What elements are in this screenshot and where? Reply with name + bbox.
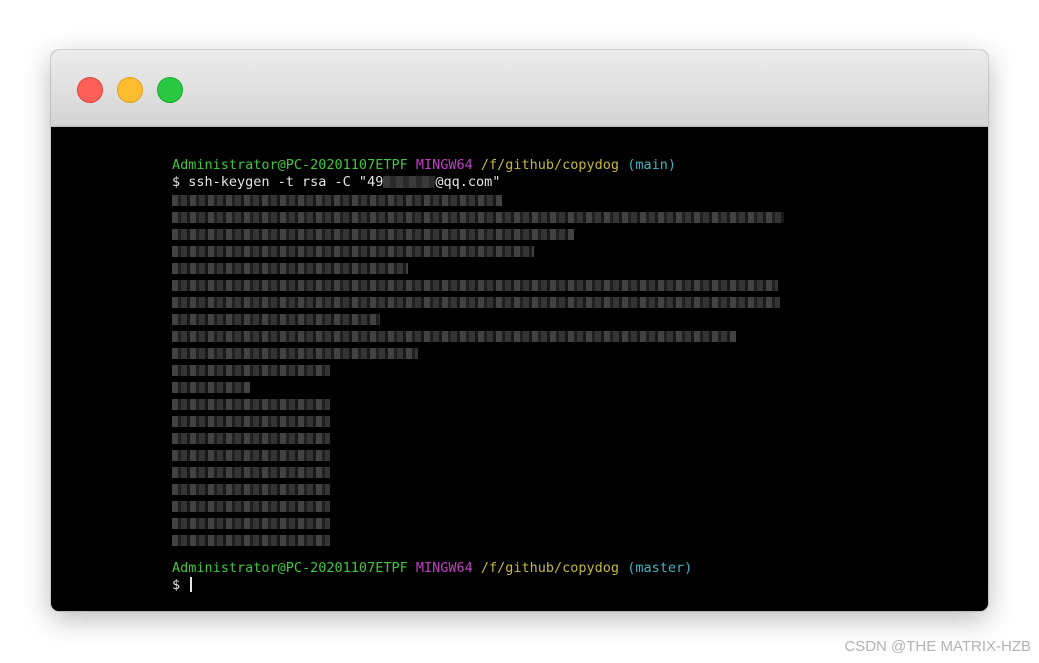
minimize-button[interactable] xyxy=(117,77,143,103)
obscured-output-line xyxy=(172,229,574,240)
command-line: $ ssh-keygen -t rsa -C "49 @qq.com" xyxy=(172,174,500,191)
obscured-output-line xyxy=(172,518,330,529)
prompt-path: /f/github/copydog xyxy=(480,560,620,576)
obscured-output-line xyxy=(172,212,784,223)
prompt-branch: (main) xyxy=(627,157,676,173)
prompt-shell: MINGW64 xyxy=(415,157,473,173)
obscured-output-line xyxy=(172,467,330,478)
terminal-output[interactable]: Administrator@PC-20201107ETPF MINGW64 /f… xyxy=(51,127,988,611)
obscured-output-line xyxy=(172,314,380,325)
obscured-output-line xyxy=(172,399,330,410)
text-cursor xyxy=(190,577,193,592)
prompt-path: /f/github/copydog xyxy=(480,157,620,173)
watermark: CSDN @THE MATRIX-HZB xyxy=(844,638,1031,655)
obscured-output-line xyxy=(172,501,330,512)
obscured-output-line xyxy=(172,484,330,495)
obscured-output-line xyxy=(172,416,330,427)
close-button[interactable] xyxy=(77,77,103,103)
obscured-output-line xyxy=(172,348,418,359)
command-prefix: $ ssh-keygen -t rsa -C "49 xyxy=(172,174,384,190)
obscured-output-line xyxy=(172,297,780,308)
prompt-user-host: Administrator@PC-20201107ETPF xyxy=(172,157,408,173)
prompt-branch: (master) xyxy=(627,560,693,576)
obscured-output-line xyxy=(172,450,330,461)
obscured-output-line xyxy=(172,246,534,257)
command-suffix: @qq.com" xyxy=(435,174,501,190)
terminal-window: Administrator@PC-20201107ETPF MINGW64 /f… xyxy=(51,50,988,611)
prompt-user-host: Administrator@PC-20201107ETPF xyxy=(172,560,408,576)
obscured-output-line xyxy=(172,331,736,342)
obscured-output-line xyxy=(172,195,502,206)
zoom-button[interactable] xyxy=(157,77,183,103)
input-line[interactable]: $ xyxy=(172,577,193,594)
prompt-shell: MINGW64 xyxy=(415,560,473,576)
prompt-line-2: Administrator@PC-20201107ETPF MINGW64 /f… xyxy=(172,560,692,577)
obscured-output-line xyxy=(172,263,408,274)
obscured-output-line xyxy=(172,535,330,546)
obscured-output-line xyxy=(172,382,250,393)
prompt-line-1: Administrator@PC-20201107ETPF MINGW64 /f… xyxy=(172,157,676,174)
obscured-output-line xyxy=(172,280,778,291)
obscured-output-line xyxy=(172,365,330,376)
obscured-output-line xyxy=(172,433,330,444)
title-bar[interactable] xyxy=(51,50,988,127)
redacted-email-part xyxy=(383,176,436,188)
prompt-symbol: $ xyxy=(172,577,181,593)
